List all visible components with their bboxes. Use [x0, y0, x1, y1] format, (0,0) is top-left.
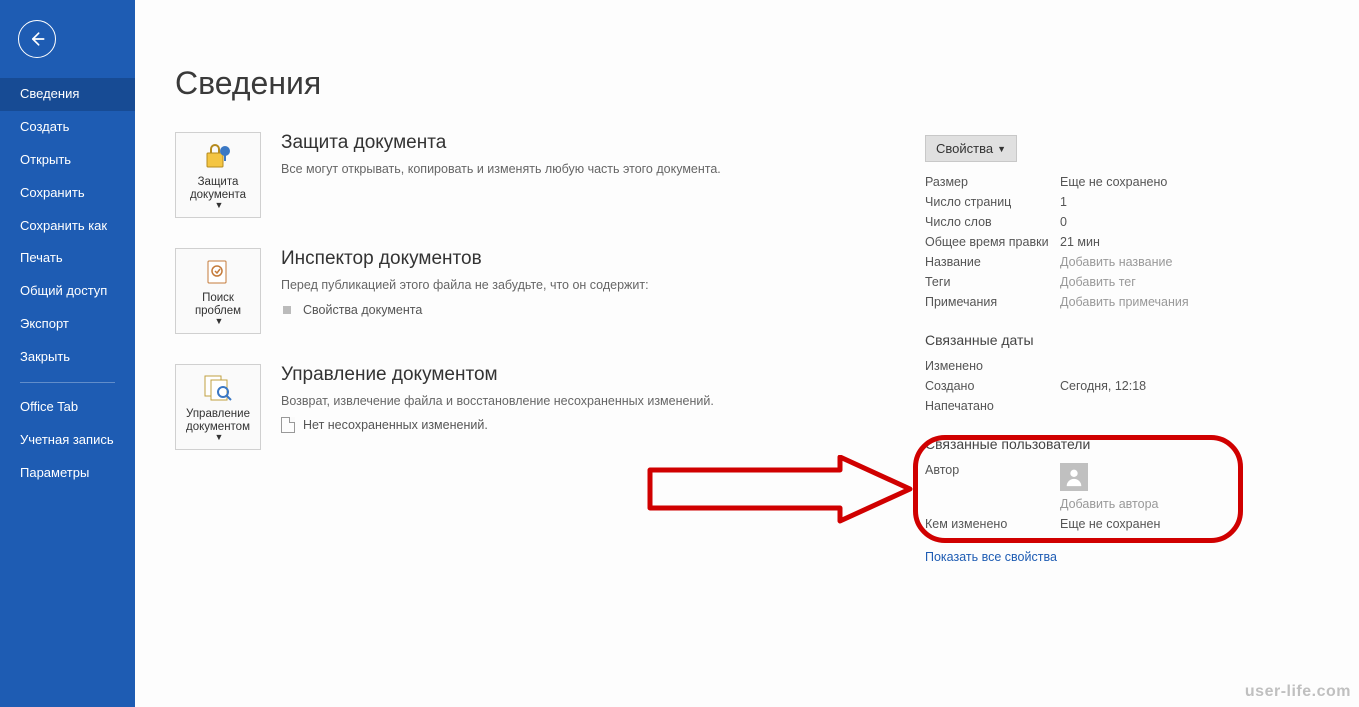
- inspect-bullet: Свойства документа: [281, 303, 795, 317]
- nav-share[interactable]: Общий доступ: [0, 275, 135, 308]
- main-panel: Сведения Защита документа▼ Защита докуме…: [135, 0, 1359, 707]
- manage-tile-label: Управление документом: [180, 408, 256, 433]
- prop-title-label: Название: [925, 255, 1060, 269]
- manage-document-tile[interactable]: Управление документом▼: [175, 364, 261, 450]
- protect-document-tile[interactable]: Защита документа▼: [175, 132, 261, 218]
- prop-title-value[interactable]: Добавить название: [1060, 255, 1172, 269]
- date-modified-label: Изменено: [925, 359, 1060, 373]
- prop-comments-label: Примечания: [925, 295, 1060, 309]
- nav-options[interactable]: Параметры: [0, 457, 135, 490]
- manage-icon: [202, 371, 234, 405]
- prop-words-label: Число слов: [925, 215, 1060, 229]
- nav-save-as[interactable]: Сохранить как: [0, 210, 135, 243]
- lock-icon: [203, 139, 233, 173]
- properties-label: Свойства: [936, 141, 993, 156]
- protect-desc: Все могут открывать, копировать и изменя…: [281, 160, 795, 179]
- backstage-sidebar: Сведения Создать Открыть Сохранить Сохра…: [0, 0, 135, 707]
- prop-tags-label: Теги: [925, 275, 1060, 289]
- related-people-heading: Связанные пользователи: [925, 436, 1245, 452]
- date-created-value: Сегодня, 12:18: [1060, 379, 1146, 393]
- date-created-label: Создано: [925, 379, 1060, 393]
- prop-tags-value[interactable]: Добавить тег: [1060, 275, 1136, 289]
- inspect-desc: Перед публикацией этого файла не забудьт…: [281, 276, 795, 295]
- inspect-title: Инспектор документов: [281, 248, 795, 270]
- prop-size-label: Размер: [925, 175, 1060, 189]
- protect-section: Защита документа▼ Защита документа Все м…: [175, 132, 795, 218]
- page-title: Сведения: [175, 65, 1319, 102]
- related-dates-heading: Связанные даты: [925, 332, 1245, 348]
- nav-export[interactable]: Экспорт: [0, 308, 135, 341]
- prop-size-value: Еще не сохранено: [1060, 175, 1167, 189]
- nav-print[interactable]: Печать: [0, 242, 135, 275]
- nav-office-tab[interactable]: Office Tab: [0, 391, 135, 424]
- properties-dropdown[interactable]: Свойства ▼: [925, 135, 1017, 162]
- prop-pages-value: 1: [1060, 195, 1067, 209]
- protect-title: Защита документа: [281, 132, 795, 154]
- author-value-block: Добавить автора: [1060, 463, 1158, 511]
- nav-save[interactable]: Сохранить: [0, 177, 135, 210]
- inspect-tile-label: Поиск проблем: [180, 292, 256, 317]
- inspect-bullet-text: Свойства документа: [303, 303, 422, 317]
- prop-words-value: 0: [1060, 215, 1067, 229]
- check-issues-tile[interactable]: Поиск проблем▼: [175, 248, 261, 334]
- chevron-down-icon: ▼: [997, 144, 1006, 154]
- nav-info[interactable]: Сведения: [0, 78, 135, 111]
- manage-section: Управление документом▼ Управление докуме…: [175, 364, 795, 450]
- avatar-icon: [1060, 463, 1088, 491]
- add-author-link[interactable]: Добавить автора: [1060, 497, 1158, 511]
- watermark: user-life.com: [1245, 683, 1351, 701]
- prop-pages-label: Число страниц: [925, 195, 1060, 209]
- nav-close[interactable]: Закрыть: [0, 341, 135, 374]
- properties-table: РазмерЕще не сохранено Число страниц1 Чи…: [925, 172, 1245, 312]
- inspect-section: Поиск проблем▼ Инспектор документов Пере…: [175, 248, 795, 334]
- nav-list: Сведения Создать Открыть Сохранить Сохра…: [0, 78, 135, 490]
- chevron-down-icon: ▼: [215, 433, 224, 443]
- manage-note-row: Нет несохраненных изменений.: [281, 417, 795, 433]
- manage-title: Управление документом: [281, 364, 795, 386]
- properties-panel: Свойства ▼ РазмерЕще не сохранено Число с…: [925, 135, 1245, 564]
- last-modified-by-value: Еще не сохранен: [1060, 517, 1160, 531]
- nav-open[interactable]: Открыть: [0, 144, 135, 177]
- inspect-icon: [203, 255, 233, 289]
- manage-desc: Возврат, извлечение файла и восстановлен…: [281, 392, 795, 411]
- annotation-arrow: [640, 455, 920, 525]
- chevron-down-icon: ▼: [215, 317, 224, 327]
- nav-account[interactable]: Учетная запись: [0, 424, 135, 457]
- protect-tile-label: Защита документа: [180, 176, 256, 201]
- prop-edit-time-label: Общее время правки: [925, 235, 1060, 249]
- prop-edit-time-value: 21 мин: [1060, 235, 1100, 249]
- left-column: Защита документа▼ Защита документа Все м…: [175, 132, 795, 450]
- date-printed-label: Напечатано: [925, 399, 1060, 413]
- manage-note: Нет несохраненных изменений.: [303, 418, 488, 432]
- bullet-icon: [283, 306, 291, 314]
- show-all-properties-link[interactable]: Показать все свойства: [925, 550, 1057, 564]
- nav-separator: [20, 382, 115, 383]
- author-label: Автор: [925, 463, 1060, 477]
- last-modified-by-label: Кем изменено: [925, 517, 1060, 531]
- chevron-down-icon: ▼: [215, 201, 224, 211]
- prop-comments-value[interactable]: Добавить примечания: [1060, 295, 1189, 309]
- back-button[interactable]: [18, 20, 56, 58]
- nav-new[interactable]: Создать: [0, 111, 135, 144]
- document-icon: [281, 417, 295, 433]
